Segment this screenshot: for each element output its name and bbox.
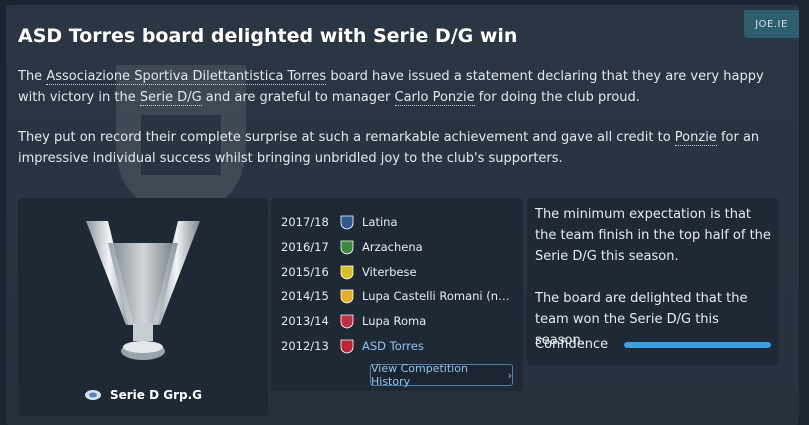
competition-history: View Competition History › 2017/18 Latina… [271, 198, 523, 391]
history-season: 2013/14 [281, 314, 329, 329]
news-paragraph-2: They put on record their complete surpri… [18, 130, 760, 166]
club-link[interactable]: Associazione Sportiva Dilettantistica To… [46, 69, 327, 85]
history-team-link[interactable]: Lupa Castelli Romani (no l... [362, 289, 512, 303]
history-season: 2017/18 [281, 215, 329, 229]
history-row: 2013/14 Lupa Roma [281, 311, 516, 331]
news-paragraph-1: The Associazione Sportiva Dilettantistic… [18, 69, 764, 106]
history-team-link[interactable]: Latina [362, 215, 512, 229]
history-season: 2014/15 [281, 289, 329, 304]
history-row: 2012/13 ASD Torres [281, 336, 516, 356]
history-team-link[interactable]: Arzachena [362, 240, 512, 254]
team-crest-icon [340, 314, 354, 329]
view-competition-history-button[interactable]: View Competition History › [370, 362, 513, 388]
confidence-bar [624, 341, 771, 348]
confidence-bar-fill [624, 341, 771, 348]
board-expectation: The minimum expectation is that the team… [535, 207, 771, 264]
news-title: ASD Torres board delighted with Serie D/… [18, 25, 518, 47]
team-crest-icon [340, 265, 354, 279]
history-row: 2017/18 Latina [281, 212, 516, 232]
manager-short-link[interactable]: Ponzie [674, 130, 717, 146]
history-team-link[interactable]: Lupa Roma [362, 314, 512, 328]
history-team-link[interactable]: Viterbese [362, 265, 512, 279]
competition-label[interactable]: Serie D Grp.G [18, 388, 268, 402]
history-season: 2015/16 [281, 264, 329, 279]
news-panel: JOE.IE ASD Torres board delighted with S… [6, 5, 799, 425]
board-confidence-card: The minimum expectation is that the team… [527, 198, 779, 365]
source-badge: JOE.IE [744, 10, 799, 38]
manager-link[interactable]: Carlo Ponzie [394, 90, 475, 106]
team-crest-icon [340, 289, 354, 304]
trophy-card: Serie D Grp.G [18, 198, 268, 416]
history-row: 2016/17 Arzachena [281, 237, 516, 257]
history-season: 2012/13 [281, 339, 329, 353]
chevron-right-icon: › [507, 368, 512, 382]
history-season: 2016/17 [281, 239, 329, 254]
competition-link[interactable]: Serie D/G [139, 90, 202, 106]
team-crest-icon [340, 339, 354, 354]
confidence-row: Confidence [535, 337, 771, 352]
history-row: 2015/16 Viterbese [281, 262, 516, 282]
competition-logo-icon [84, 390, 101, 400]
trophy-icon [86, 221, 200, 360]
team-crest-icon [340, 240, 354, 255]
history-row: 2014/15 Lupa Castelli Romani (no l... [281, 286, 516, 306]
history-team-link[interactable]: ASD Torres [362, 339, 512, 353]
confidence-label: Confidence [535, 337, 609, 352]
team-crest-icon [340, 215, 354, 230]
